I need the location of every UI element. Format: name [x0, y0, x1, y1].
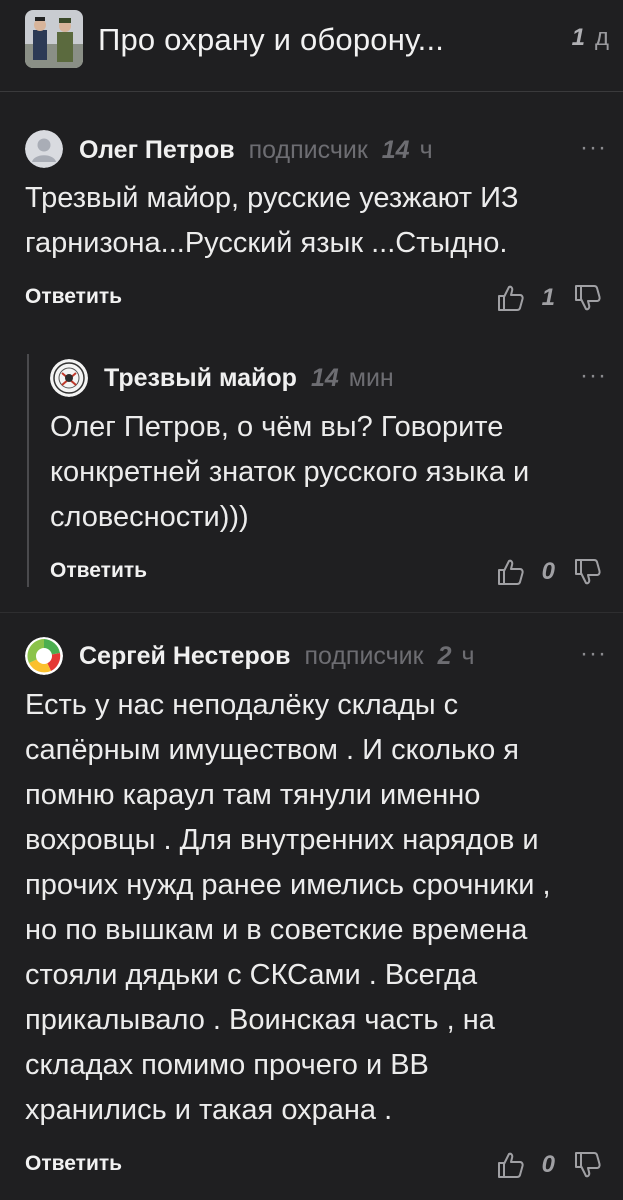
reply-thread-line [27, 354, 29, 587]
thumbs-up-icon[interactable] [496, 1150, 524, 1180]
comment-author[interactable]: Сергей Нестеров [79, 642, 290, 670]
comment-author[interactable]: Олег Петров [79, 136, 235, 164]
comment-meta: Трезвый майор 14 мин [104, 364, 394, 393]
avatar[interactable] [50, 359, 88, 397]
subscriber-badge: подписчик [304, 642, 424, 670]
default-user-icon [25, 130, 63, 168]
vote-count: 0 [541, 558, 555, 585]
comment-meta: Сергей Нестеров подписчик 2 ч [79, 642, 475, 671]
more-options-icon[interactable]: ··· [580, 362, 607, 390]
reply-button[interactable]: Ответить [50, 559, 147, 583]
thumbs-down-icon[interactable] [573, 557, 601, 587]
article-title[interactable]: Про охрану и оборону... [98, 22, 444, 58]
article-time-unit: д [594, 24, 609, 51]
comment-time-unit: мин [348, 364, 394, 392]
emblem-icon [50, 359, 88, 397]
votes: 1 [496, 278, 601, 318]
comment-text-line: конкретней знаток русского языка и [50, 456, 530, 488]
comment-text-line: вохровцы . Для внутренних нарядов и [25, 824, 539, 856]
comment-time-number: 14 [381, 136, 410, 164]
vote-count: 1 [541, 284, 555, 311]
comment-text-line: хранились и такая охрана . [25, 1094, 393, 1126]
avatar[interactable] [25, 130, 63, 168]
comment-text-line: складах помимо прочего и ВВ [25, 1049, 429, 1081]
thumbs-up-icon[interactable] [496, 283, 524, 313]
article-time: 1д [572, 24, 609, 52]
avatar[interactable] [25, 637, 63, 675]
comment-text-line: прочих нужд ранее имелись срочники , [25, 869, 551, 901]
thumbs-up-icon[interactable] [496, 557, 524, 587]
subscriber-badge: подписчик [248, 136, 368, 164]
votes: 0 [496, 552, 601, 592]
comment-time-unit: ч [461, 642, 475, 670]
thumbs-down-icon[interactable] [573, 283, 601, 313]
article-header[interactable]: Про охрану и оборону... 1д [0, 0, 623, 92]
comment-text-line: сапёрным имуществом . И сколько я [25, 734, 520, 766]
comment-text: Есть у нас неподалёку склады с сапёрным … [25, 683, 551, 1133]
comment-text-line: прикалывало . Воинская часть , на [25, 1004, 495, 1036]
comment-meta: Олег Петров подписчик 14 ч [79, 136, 433, 165]
comment-time-number: 2 [437, 642, 452, 670]
comment-text: Трезвый майор, русские уезжают ИЗ гарниз… [25, 176, 519, 266]
comment-divider [0, 612, 623, 613]
reply-button[interactable]: Ответить [25, 1152, 122, 1176]
comment-text: Олег Петров, о чём вы? Говорите конкретн… [50, 405, 529, 540]
comment-time-unit: ч [419, 136, 433, 164]
article-thumbnail[interactable] [25, 10, 83, 68]
comment-text-line: помню караул там тянули именно [25, 779, 481, 811]
comment-text-line: Есть у нас неподалёку склады с [25, 689, 459, 721]
colorful-avatar-icon [25, 637, 63, 675]
vote-count: 0 [541, 1151, 555, 1178]
comment-time-number: 14 [310, 364, 339, 392]
comment-text-line: Олег Петров, о чём вы? Говорите [50, 411, 504, 443]
thumbs-down-icon[interactable] [573, 1150, 601, 1180]
more-options-icon[interactable]: ··· [580, 134, 607, 162]
comment-text-line: но по вышкам и в советские времена [25, 914, 528, 946]
votes: 0 [496, 1145, 601, 1185]
comment-author[interactable]: Трезвый майор [104, 364, 297, 392]
comment-text-line: стояли дядьки с СКСами . Всегда [25, 959, 478, 991]
comment-text-line: гарнизона...Русский язык ...Стыдно. [25, 227, 508, 259]
more-options-icon[interactable]: ··· [580, 640, 607, 668]
comment-text-line: Трезвый майор, русские уезжают ИЗ [25, 182, 519, 214]
article-time-number: 1 [571, 24, 585, 51]
reply-button[interactable]: Ответить [25, 285, 122, 309]
comment-text-line: словесности))) [50, 501, 249, 533]
